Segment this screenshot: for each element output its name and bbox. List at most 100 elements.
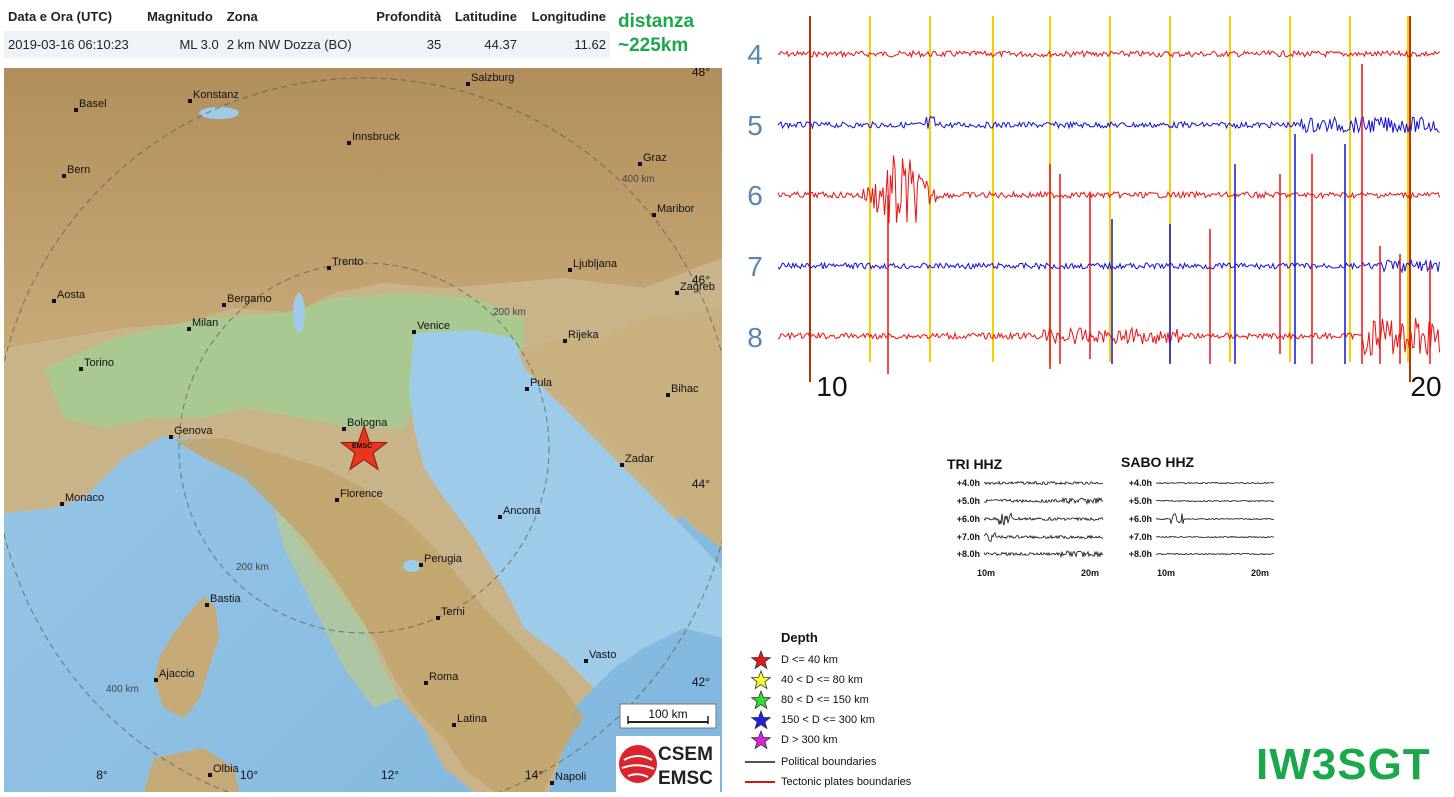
city-marker[interactable]: Rijeka (563, 329, 599, 343)
cell-latitude: 44.37 (445, 31, 521, 58)
city-marker[interactable]: Ljubljana (568, 258, 618, 272)
row-label-8: 8 (747, 322, 763, 353)
city-label: Konstanz (193, 89, 239, 101)
city-marker[interactable]: Bihac (666, 383, 699, 397)
city-label: Genova (174, 425, 213, 437)
city-marker[interactable]: Perugia (419, 553, 463, 567)
city-dot-icon (188, 99, 192, 103)
distance-note: distanza ~225km (618, 10, 694, 58)
city-marker[interactable]: Vasto (584, 649, 616, 663)
cell-zone: 2 km NW Dozza (BO) (222, 31, 367, 58)
trace-row-6 (777, 155, 1440, 224)
seismogram-canvas[interactable]: 4 5 6 7 8 10 20 (740, 14, 1454, 404)
city-dot-icon (79, 367, 83, 371)
city-dot-icon (563, 339, 567, 343)
city-marker[interactable]: Konstanz (188, 89, 239, 103)
city-marker[interactable]: Roma (424, 671, 459, 685)
city-marker[interactable]: Ajaccio (154, 668, 194, 682)
city-marker[interactable]: Pula (525, 377, 553, 391)
city-marker[interactable]: Genova (169, 425, 213, 439)
city-dot-icon (60, 502, 64, 506)
distance-label: distanza (618, 11, 695, 32)
city-marker[interactable]: Monaco (60, 492, 104, 506)
city-marker[interactable]: Milan (187, 317, 218, 331)
city-marker[interactable]: Florence (335, 488, 383, 502)
city-dot-icon (335, 498, 339, 502)
star-icon (751, 730, 771, 750)
city-dot-icon (412, 330, 416, 334)
station-panel-tri[interactable]: TRI HHZ +4.0h +5.0h +6.0h +7.0h +8.0h 10m 20… (940, 452, 1110, 582)
callsign: IW3SGT (1256, 740, 1431, 789)
legend-item: 150 < D <= 300 km (745, 710, 1005, 730)
city-dot-icon (187, 327, 191, 331)
trace-row-4 (777, 49, 1440, 59)
city-marker[interactable]: Zadar (620, 453, 654, 467)
city-dot-icon (419, 563, 423, 567)
logo-graphic: CSEM EMSC (616, 736, 720, 792)
row-label-4: 4 (747, 39, 763, 70)
city-label: Latina (457, 713, 488, 725)
panel-canvas: SABO HHZ +4.0h +5.0h +6.0h +7.0h +8.0h 10m 2… (1121, 454, 1275, 578)
line-swatch-icon (745, 781, 775, 783)
city-dot-icon (584, 659, 588, 663)
distance-value: ~225km (618, 35, 689, 56)
epicenter-map[interactable]: Basel Konstanz Salzburg Bern Innsbruck Graz Ma… (4, 68, 722, 792)
city-label: Torino (84, 357, 114, 369)
city-dot-icon (205, 603, 209, 607)
legend-line-item: Tectonic plates boundaries (745, 772, 1005, 792)
row-label-7: 7 (747, 251, 763, 282)
station-panel-sabo[interactable]: SABO HHZ +4.0h +5.0h +6.0h +7.0h +8.0h 10m 2… (1112, 452, 1282, 582)
star-icon (751, 690, 771, 710)
city-marker[interactable]: Olbia (208, 763, 240, 777)
city-label: Bergamo (227, 293, 272, 305)
logo-csem: CSEM (658, 744, 713, 765)
city-label: Trento (332, 256, 363, 268)
city-marker[interactable]: Maribor (652, 203, 695, 217)
csem-emsc-logo[interactable]: CSEM EMSC (616, 736, 720, 792)
city-marker[interactable]: Latina (452, 713, 488, 727)
trace-row-8 (777, 317, 1440, 356)
seismogram-row-labels: 4 5 6 7 8 (747, 39, 763, 353)
city-marker[interactable]: Bern (62, 164, 90, 178)
panel-title: TRI HHZ (947, 456, 1003, 472)
lon-label: 8° (96, 768, 108, 782)
city-dot-icon (452, 723, 456, 727)
table-row[interactable]: 2019-03-16 06:10:23 ML 3.0 2 km NW Dozza… (4, 31, 610, 58)
panel-xtick: 20m (1081, 568, 1099, 578)
city-marker[interactable]: Torino (79, 357, 114, 371)
row-label-5: 5 (747, 110, 763, 141)
city-label: Terni (441, 606, 465, 618)
panel-row-label: +4.0h (1129, 478, 1152, 488)
trace-row-5 (777, 115, 1440, 134)
city-label: Florence (340, 488, 383, 500)
city-marker[interactable]: Bergamo (222, 293, 272, 307)
star-icon (751, 710, 771, 730)
city-marker[interactable]: Venice (412, 320, 450, 334)
city-marker[interactable]: Aosta (52, 289, 86, 303)
city-marker[interactable]: Graz (638, 152, 667, 166)
depth-legend: Depth D <= 40 km 40 < D <= 80 km 80 < D <=… (745, 630, 1005, 792)
city-marker[interactable]: Terni (436, 606, 465, 620)
city-label: Roma (429, 671, 459, 683)
panel-trace (983, 532, 1104, 542)
map-canvas[interactable]: Basel Konstanz Salzburg Bern Innsbruck Graz Ma… (4, 68, 722, 792)
city-marker[interactable]: Napoli (550, 771, 586, 785)
city-dot-icon (466, 82, 470, 86)
city-label: Aosta (57, 289, 86, 301)
city-marker[interactable]: Ancona (498, 505, 541, 519)
panel-xtick: 10m (1157, 568, 1175, 578)
seismogram-panel[interactable]: 4 5 6 7 8 10 20 (740, 14, 1454, 404)
city-label: Innsbruck (352, 131, 400, 143)
city-marker[interactable]: Basel (74, 98, 107, 112)
panel-row-label: +7.0h (957, 532, 980, 542)
panel-title: SABO HHZ (1121, 454, 1195, 470)
lat-label: 44° (692, 477, 710, 491)
city-marker[interactable]: Salzburg (466, 72, 514, 86)
city-marker[interactable]: Trento (327, 256, 363, 270)
legend-label: 80 < D <= 150 km (781, 694, 869, 706)
city-marker[interactable]: Innsbruck (347, 131, 400, 145)
lake-constance (199, 107, 239, 119)
city-marker[interactable]: Bastia (205, 593, 241, 607)
cell-depth: 35 (366, 31, 446, 58)
city-dot-icon (424, 681, 428, 685)
